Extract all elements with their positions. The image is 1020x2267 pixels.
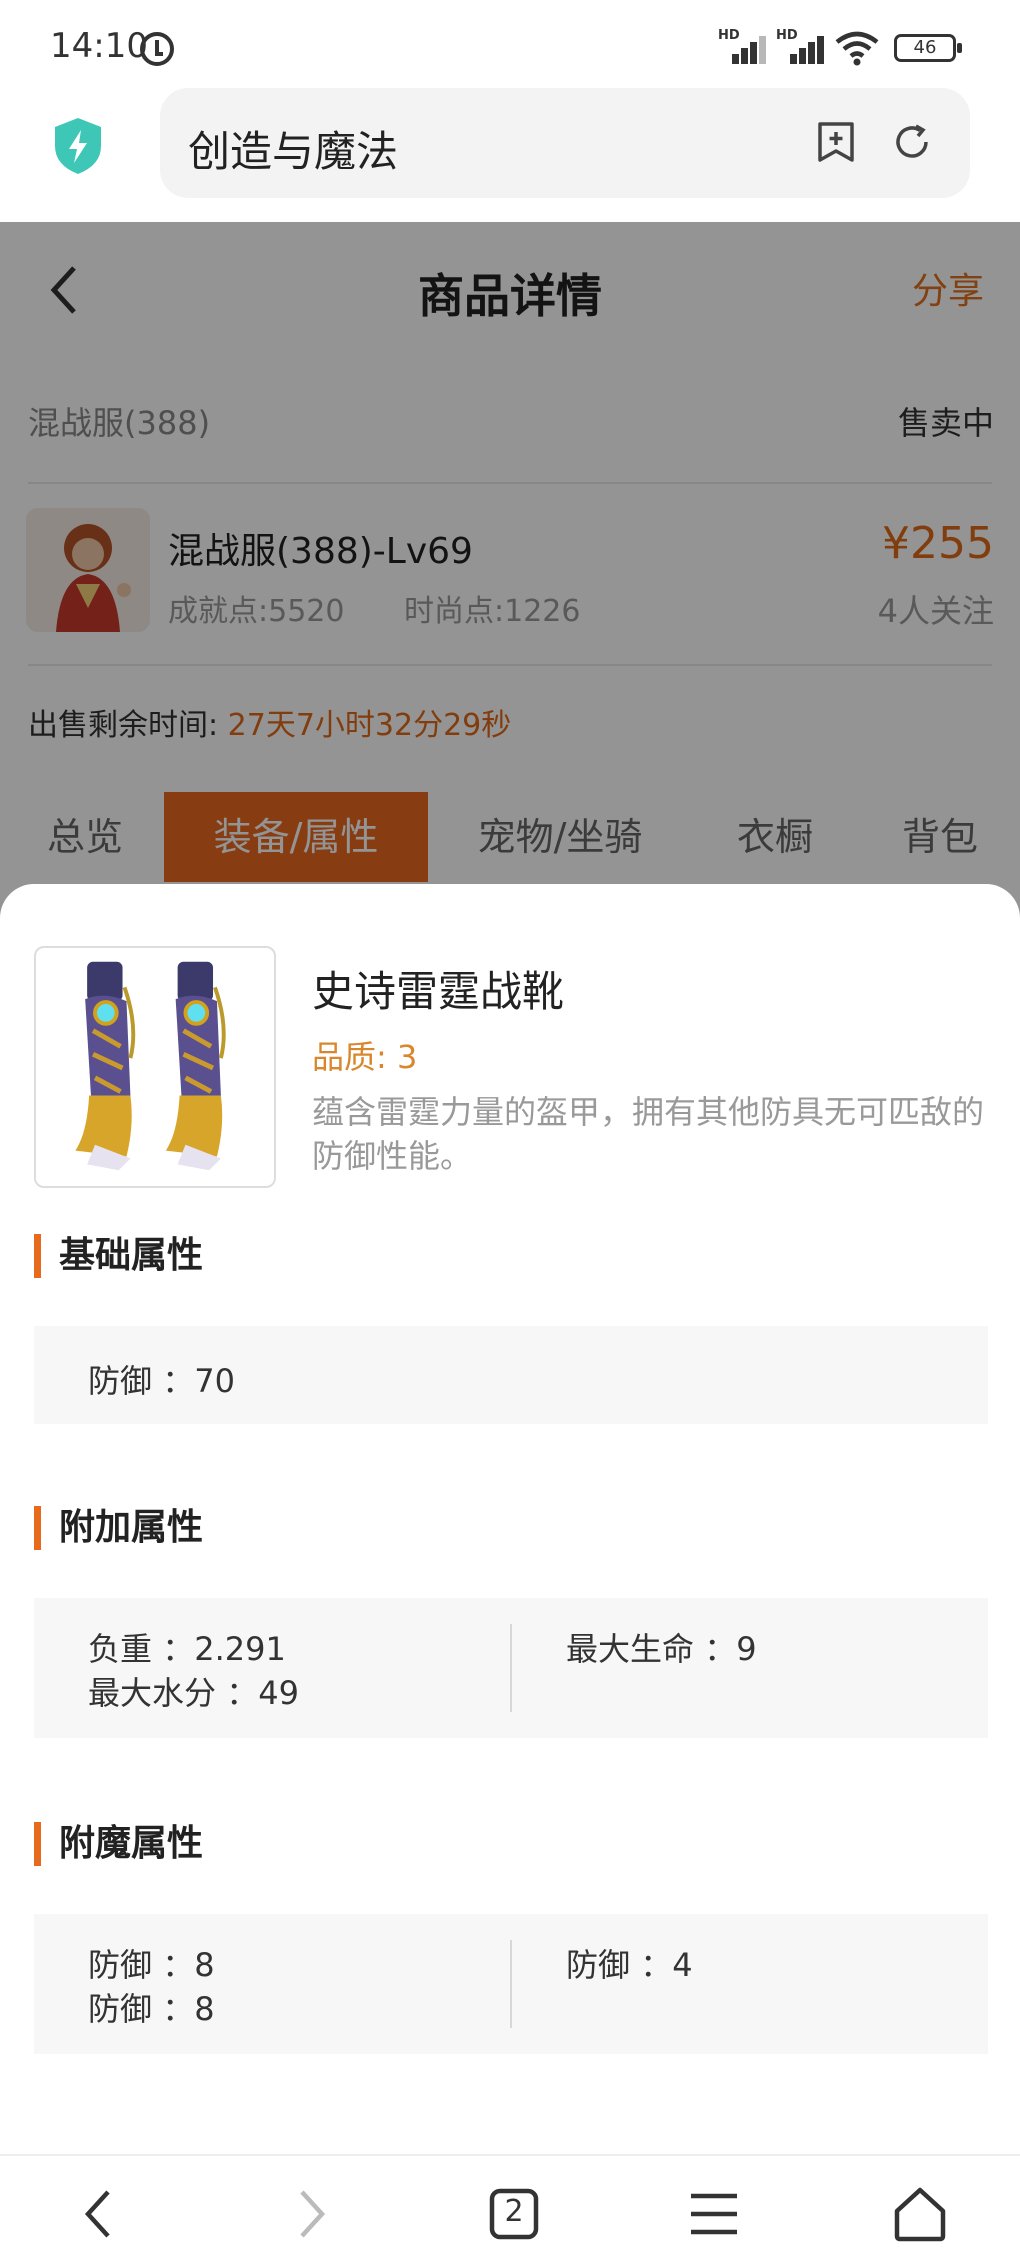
attribute-value: 9 (736, 1630, 757, 1668)
url-field[interactable]: 创造与魔法 (160, 88, 970, 198)
back-icon[interactable] (70, 2184, 130, 2244)
hd-label: HD (718, 28, 740, 43)
attribute: 防御 ：4 (566, 1946, 693, 1984)
item-name: 史诗雷霆战靴 (312, 967, 565, 1016)
attribute-value: 8 (194, 1946, 215, 1984)
attribute: 最大生命 ：9 (566, 1630, 757, 1668)
wifi-icon (835, 31, 879, 66)
extra-attributes: 负重 ：2.291 最大水分 ：49 最大生命 ：9 (34, 1598, 988, 1738)
attribute-label: 防御 (88, 1990, 153, 2028)
item-description: 蕴含雷霆力量的盔甲，拥有其他防具无可匹敌的防御性能。 (312, 1093, 985, 1175)
refresh-icon[interactable] (890, 120, 934, 164)
item-quality: 品质: 3 (312, 1038, 418, 1076)
base-attributes: 防御 ：70 (34, 1326, 988, 1424)
forward-icon[interactable] (280, 2184, 340, 2244)
section-title-enchant: 附魔属性 (34, 1822, 203, 1866)
attribute-value: 4 (672, 1946, 693, 1984)
url-text: 创造与魔法 (188, 127, 399, 176)
attribute-label: 最大生命 (566, 1630, 695, 1668)
tabs-button[interactable]: 2 (484, 2184, 544, 2244)
attribute: 最大水分 ：49 (88, 1674, 299, 1712)
section-title-extra: 附加属性 (34, 1506, 203, 1550)
bookmark-icon[interactable] (814, 120, 858, 164)
attribute-label: 负重 (88, 1630, 153, 1668)
home-icon[interactable] (890, 2184, 950, 2244)
attribute-value: 70 (194, 1362, 235, 1400)
menu-icon[interactable] (684, 2184, 744, 2244)
attribute-value: 49 (258, 1674, 299, 1712)
section-title-base: 基础属性 (34, 1234, 203, 1278)
attribute-label: 最大水分 (88, 1674, 217, 1712)
battery-icon: 46 (894, 34, 962, 62)
attribute-label: 防御 (88, 1946, 153, 1984)
attribute-value: 2.291 (194, 1630, 286, 1668)
status-bar: 14:10 HD HD 46 (0, 0, 1020, 88)
item-detail-sheet: 史诗雷霆战靴 品质: 3 蕴含雷霆力量的盔甲，拥有其他防具无可匹敌的防御性能。 … (0, 884, 1020, 2154)
browser-bottom-bar: 2 (0, 2154, 1020, 2267)
attribute: 防御 ：70 (88, 1362, 235, 1400)
attribute-value: 8 (194, 1990, 215, 2028)
column-divider (510, 1940, 512, 2028)
hd-label: HD (776, 28, 798, 43)
alarm-icon (140, 32, 174, 66)
attribute: 防御 ：8 (88, 1946, 215, 1984)
attribute: 防御 ：8 (88, 1990, 215, 2028)
status-time: 14:10 (50, 26, 148, 66)
item-image (34, 946, 276, 1188)
attribute-label: 防御 (88, 1362, 153, 1400)
address-bar: 创造与魔法 (0, 88, 1020, 222)
signal-icon: HD (718, 28, 766, 64)
signal-icon: HD (776, 28, 824, 64)
column-divider (510, 1624, 512, 1712)
shield-icon[interactable] (52, 116, 104, 176)
enchant-attributes: 防御 ：8 防御 ：8 防御 ：4 (34, 1914, 988, 2054)
attribute: 负重 ：2.291 (88, 1630, 286, 1668)
tab-count: 2 (504, 2194, 524, 2229)
attribute-label: 防御 (566, 1946, 631, 1984)
